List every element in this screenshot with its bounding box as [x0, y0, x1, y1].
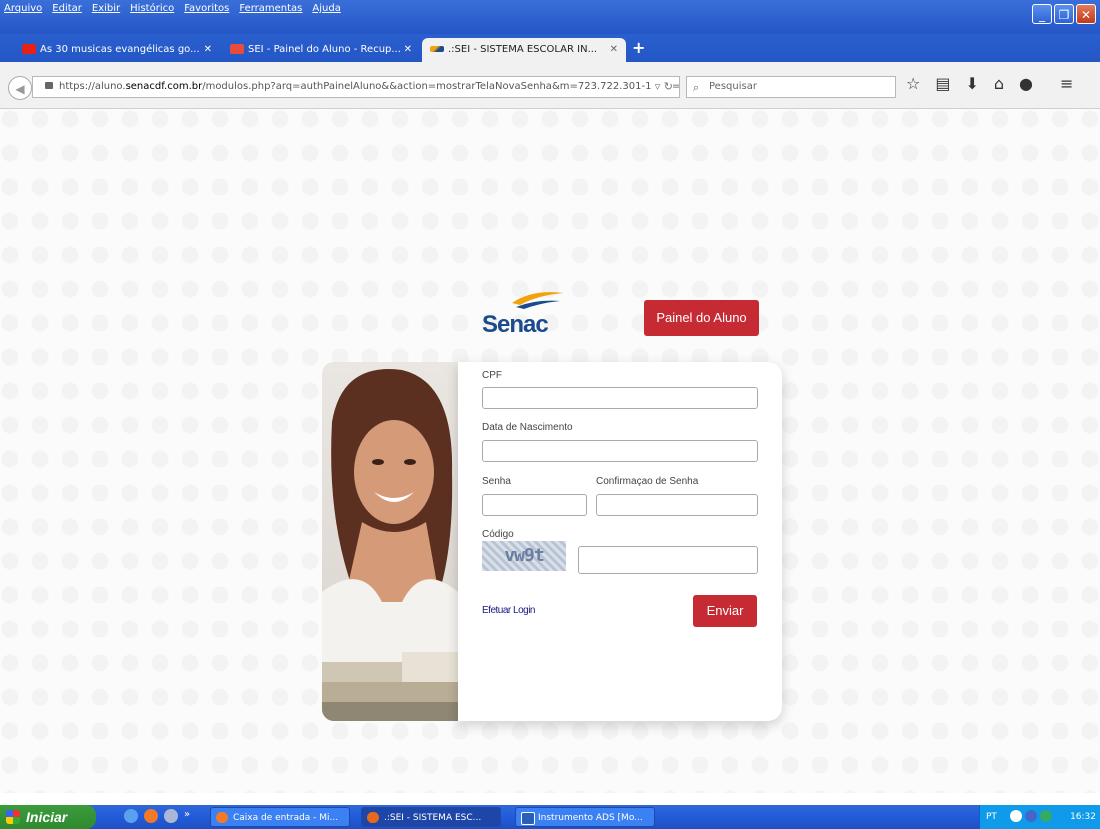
taskbar-item-sei[interactable]: .:SEI - SISTEMA ESC... — [361, 807, 501, 827]
new-tab-button[interactable]: + — [632, 38, 645, 57]
confirm-password-field[interactable] — [596, 494, 758, 516]
close-window-icon[interactable]: ✕ — [1076, 4, 1096, 24]
word-icon — [521, 812, 535, 825]
url-path: /modulos.php?arq=authPainelAluno&&action… — [202, 81, 680, 92]
menu-historico[interactable]: Histórico — [130, 3, 174, 14]
gmail-icon — [230, 44, 244, 54]
windows-flag-icon — [6, 810, 20, 824]
taskbar-item-instrumento[interactable]: Instrumento ADS [Mo... — [515, 807, 655, 827]
system-tray: PT 16:32 — [979, 805, 1100, 829]
taskbar-label: Instrumento ADS [Mo... — [538, 813, 643, 823]
taskbar-label: Caixa de entrada - Mi... — [233, 813, 339, 823]
quick-launch: » — [124, 809, 190, 823]
tray-mail-icon[interactable] — [1025, 810, 1037, 822]
start-button[interactable]: Iniciar — [0, 805, 96, 829]
url-domain: senacdf.com.br — [125, 81, 203, 92]
toolbar-icons: ☆ ▤ ⬇ ⌂ ● ≡ — [906, 74, 1073, 93]
reading-list-icon[interactable]: ▤ — [935, 74, 950, 93]
enviar-button[interactable]: Enviar — [693, 595, 757, 627]
senac-icon — [430, 46, 444, 52]
window-controls: _ ❐ ✕ — [1032, 4, 1096, 24]
download-icon[interactable]: ⬇ — [965, 74, 978, 93]
close-tab-icon[interactable]: ✕ — [610, 38, 618, 62]
menu-exibir[interactable]: Exibir — [92, 3, 120, 14]
close-tab-icon[interactable]: ✕ — [204, 38, 212, 62]
chevron-right-icon[interactable]: » — [184, 809, 190, 823]
back-button[interactable]: ◀ — [8, 76, 32, 100]
birthdate-field[interactable] — [482, 440, 758, 462]
senha-label: Senha — [482, 476, 511, 487]
student-photo — [322, 362, 458, 721]
menu-icon[interactable]: ≡ — [1060, 74, 1073, 93]
language-indicator[interactable]: PT — [986, 805, 997, 829]
captcha-image: vw9t — [482, 541, 566, 571]
chrome-icon — [216, 812, 228, 823]
reload-icon[interactable]: ▿ ↻ — [650, 77, 673, 97]
address-bar[interactable]: https://aluno.senacdf.com.br/modulos.php… — [32, 76, 680, 98]
captcha-field[interactable] — [578, 546, 758, 574]
chat-icon[interactable]: ● — [1019, 74, 1033, 93]
painel-aluno-button[interactable]: Painel do Aluno — [644, 300, 759, 336]
menu-ferramentas[interactable]: Ferramentas — [239, 3, 302, 14]
menu-favoritos[interactable]: Favoritos — [184, 3, 229, 14]
clock: 16:32 — [1070, 812, 1096, 822]
firefox-icon — [367, 812, 379, 823]
chrome-icon[interactable] — [144, 809, 158, 823]
codigo-label: Código — [482, 529, 514, 540]
logo-text: Senac — [482, 311, 549, 338]
page-body: Senac Painel do Aluno CPF Data de Nascim… — [0, 109, 1100, 793]
tab-label: SEI - Painel do Aluno - Recup... — [248, 44, 401, 55]
taskbar-item-inbox[interactable]: Caixa de entrada - Mi... — [210, 807, 350, 827]
menu-bar: Arquivo Editar Exibir Histórico Favorito… — [0, 0, 1100, 34]
restore-icon[interactable]: ❐ — [1054, 4, 1074, 24]
minimize-icon[interactable]: _ — [1032, 4, 1052, 24]
url-prefix: https://aluno. — [59, 81, 126, 92]
cpf-field[interactable] — [482, 387, 758, 409]
menu-ajuda[interactable]: Ajuda — [312, 3, 340, 14]
tab-gmail[interactable]: SEI - Painel do Aluno - Recup... ✕ — [222, 38, 420, 62]
taskbar: Iniciar » Caixa de entrada - Mi... .:SEI… — [0, 805, 1100, 829]
menu-list: Arquivo Editar Exibir Histórico Favorito… — [4, 3, 341, 14]
nav-bar: ◀ https://aluno.senacdf.com.br/modulos.p… — [0, 62, 1100, 109]
ie-icon[interactable] — [124, 809, 138, 823]
tray-network-icon[interactable] — [1040, 810, 1052, 822]
bookmark-star-icon[interactable]: ☆ — [906, 74, 920, 93]
home-icon[interactable]: ⌂ — [994, 74, 1004, 93]
tab-bar: As 30 musicas evangélicas go... ✕ SEI - … — [0, 34, 1100, 62]
menu-editar[interactable]: Editar — [52, 3, 82, 14]
tray-icons — [1010, 810, 1052, 822]
tab-youtube[interactable]: As 30 musicas evangélicas go... ✕ — [14, 38, 220, 62]
cpf-label: CPF — [482, 370, 502, 381]
efetuar-login-link[interactable]: Efetuar Login — [482, 605, 536, 616]
confirm-password-label: Confirmaçao de Senha — [596, 476, 699, 487]
start-label: Iniciar — [26, 809, 68, 825]
search-icon: ⌕ — [693, 81, 700, 94]
tab-sei-active[interactable]: .:SEI - SISTEMA ESCOLAR IN... ✕ — [422, 38, 626, 62]
close-tab-icon[interactable]: ✕ — [404, 38, 412, 62]
menu-arquivo[interactable]: Arquivo — [4, 3, 42, 14]
password-field[interactable] — [482, 494, 587, 516]
tab-label: As 30 musicas evangélicas go... — [40, 44, 200, 55]
search-placeholder: Pesquisar — [709, 81, 757, 92]
taskbar-label: .:SEI - SISTEMA ESC... — [384, 813, 482, 823]
tray-app-icon[interactable] — [1010, 810, 1022, 822]
tab-label: .:SEI - SISTEMA ESCOLAR IN... — [448, 44, 598, 55]
lock-icon — [45, 82, 53, 89]
nascimento-label: Data de Nascimento — [482, 422, 573, 433]
browser-icon[interactable] — [164, 809, 178, 823]
search-input[interactable]: ⌕ Pesquisar — [686, 76, 896, 98]
recovery-form: CPF Data de Nascimento Senha Confirmaçao… — [458, 362, 782, 721]
youtube-icon — [22, 44, 36, 54]
